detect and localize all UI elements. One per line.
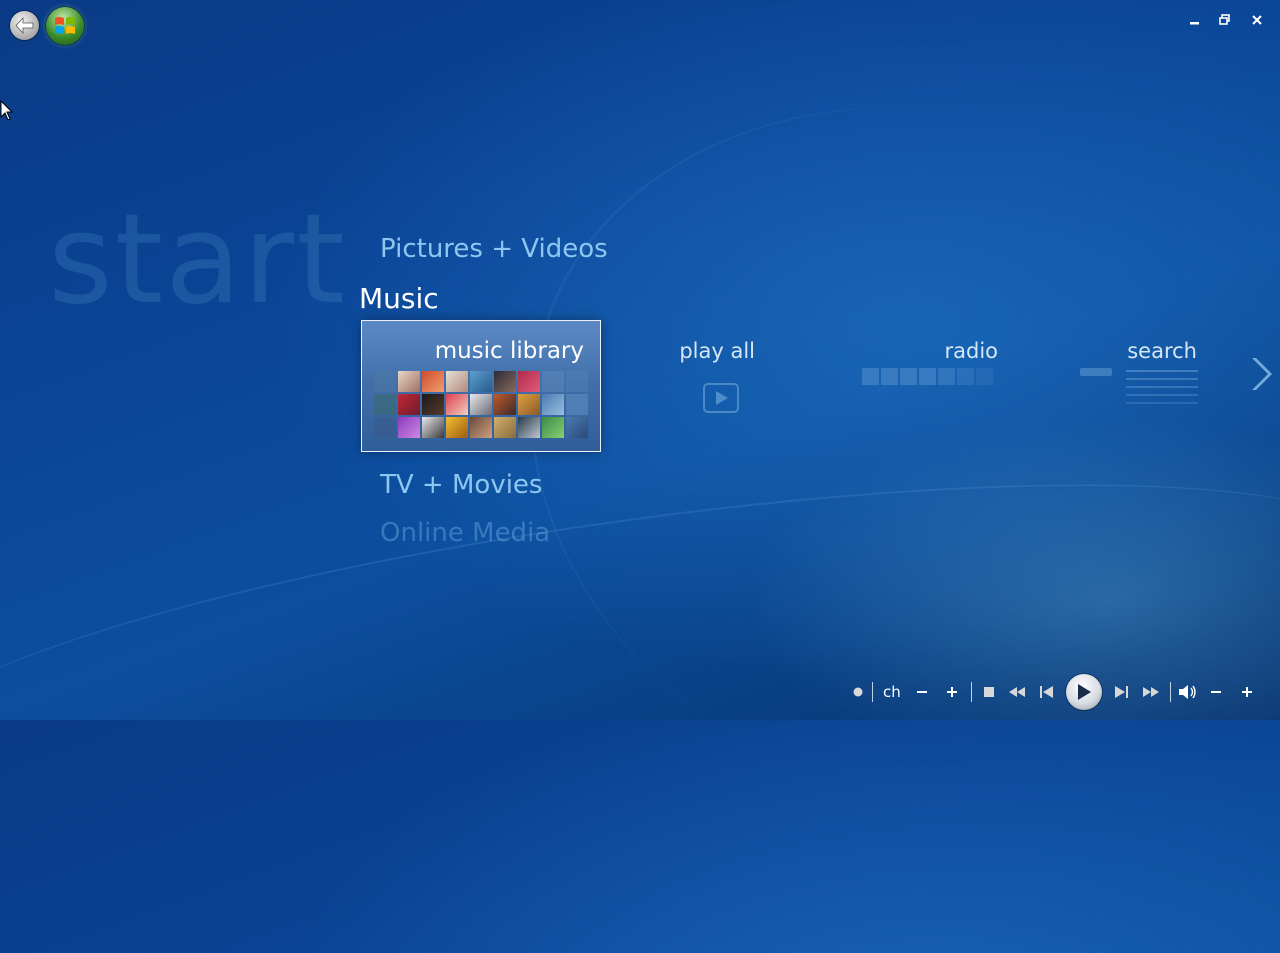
album-thumbnail [446,417,468,438]
play-all-label: play all [679,339,755,363]
album-thumbnail [494,394,516,415]
record-button[interactable] [848,676,868,708]
music-library-label: music library [434,338,584,364]
album-thumbnail [518,417,540,438]
record-icon [853,687,863,697]
album-thumbnail [542,394,564,415]
background-swoosh [0,416,1280,886]
album-thumbnail [494,371,516,392]
album-thumbnail [374,371,396,392]
album-thumbnail [518,394,540,415]
back-arrow-icon [15,17,34,34]
album-thumbnail [518,371,540,392]
radio-tile[interactable]: radio [850,325,1000,445]
mouse-pointer-icon [0,100,14,121]
menu-item-music[interactable]: Music [359,282,439,315]
previous-button[interactable] [1032,676,1062,708]
restore-button[interactable] [1215,11,1235,29]
chevron-right-icon[interactable] [1246,355,1276,393]
stop-button[interactable] [976,676,1002,708]
album-thumbnail [398,394,420,415]
album-thumbnail [566,417,588,438]
next-button[interactable] [1106,676,1136,708]
album-thumbnail [446,371,468,392]
channel-down-button[interactable] [907,676,937,708]
play-icon [703,383,739,413]
album-art-grid [374,371,590,441]
transport-divider [1169,682,1171,702]
plus-icon [946,687,957,697]
minus-icon [1210,691,1221,693]
skip-previous-icon [1039,686,1053,698]
plus-icon [1241,687,1252,697]
radio-label: radio [944,339,998,363]
album-thumbnail [494,417,516,438]
back-button[interactable] [10,11,39,40]
stop-icon [983,687,994,697]
transport-divider [872,682,873,702]
album-thumbnail [470,394,492,415]
speaker-icon [1178,685,1196,699]
minimize-button[interactable] [1185,11,1205,29]
close-button[interactable] [1247,11,1267,29]
search-list-graphic [1080,368,1198,404]
album-thumbnail [470,417,492,438]
transport-bar: ch [848,674,1263,710]
minus-icon [916,691,927,693]
radio-signal-graphic [862,368,993,385]
album-thumbnail [446,394,468,415]
minimize-icon [1190,22,1199,25]
menu-item-pictures-videos[interactable]: Pictures + Videos [380,234,608,264]
volume-up-button[interactable] [1231,676,1263,708]
search-tile[interactable]: search [1060,325,1200,445]
start-button[interactable] [46,7,84,45]
play-button[interactable] [1065,674,1102,710]
rewind-icon [1008,687,1025,697]
transport-divider [970,682,972,702]
rewind-button[interactable] [1002,676,1032,708]
album-thumbnail [566,394,588,415]
volume-down-button[interactable] [1201,676,1231,708]
album-thumbnail [398,417,420,438]
play-icon [1077,684,1091,700]
album-thumbnail [422,417,444,438]
close-icon [1252,15,1262,25]
album-thumbnail [422,394,444,415]
album-thumbnail [542,371,564,392]
windows-logo-icon [55,17,75,34]
music-library-tile[interactable]: music library [361,320,601,452]
album-thumbnail [422,371,444,392]
page-heading: start [48,188,347,332]
search-label: search [1127,339,1197,363]
album-thumbnail [374,417,396,438]
menu-item-online-media[interactable]: Online Media [380,518,550,544]
fast-forward-button[interactable] [1136,676,1166,708]
album-thumbnail [566,371,588,392]
background-swoosh [427,0,1280,953]
menu-item-tv-movies[interactable]: TV + Movies [380,470,542,500]
album-thumbnail [470,371,492,392]
play-all-tile[interactable]: play all [640,325,840,445]
channel-label: ch [883,683,901,701]
mute-button[interactable] [1175,676,1201,708]
channel-up-button[interactable] [937,676,967,708]
skip-next-icon [1114,686,1128,698]
album-thumbnail [542,417,564,438]
album-thumbnail [398,371,420,392]
fast-forward-icon [1142,687,1159,697]
album-thumbnail [374,394,396,415]
restore-icon [1219,14,1230,25]
